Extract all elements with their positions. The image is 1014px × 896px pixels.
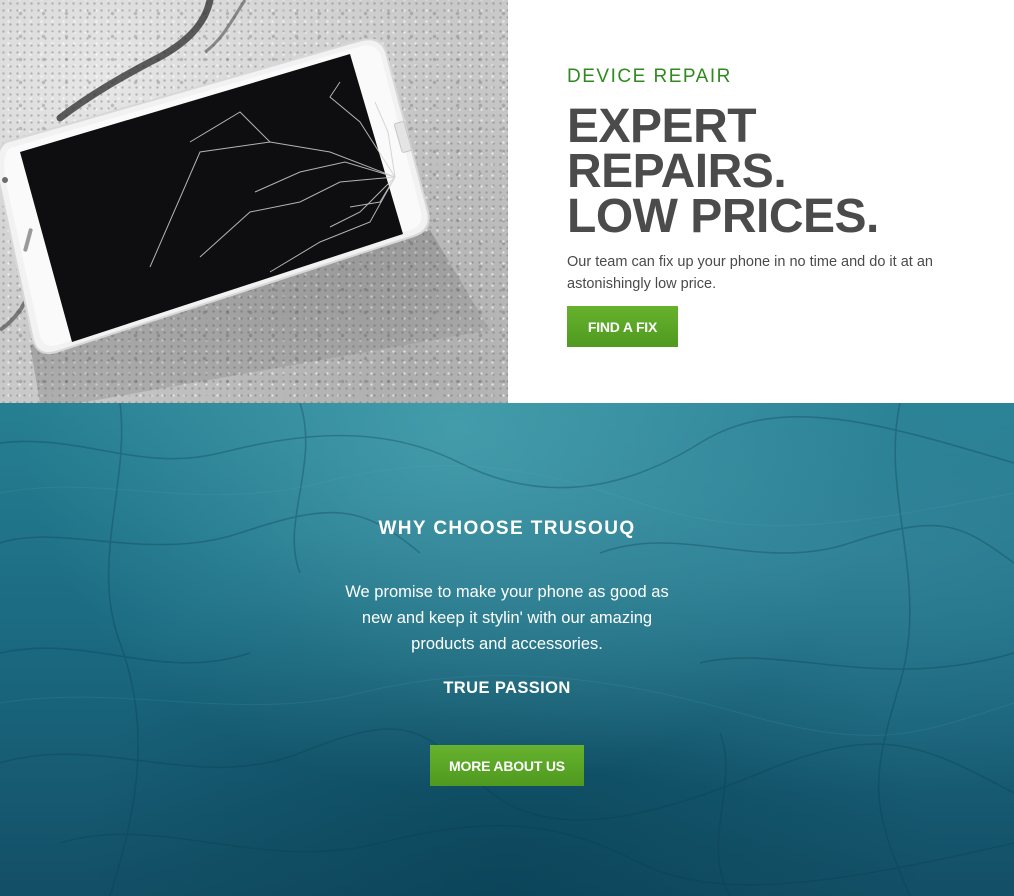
find-a-fix-button[interactable]: FIND A FIX: [567, 306, 678, 347]
hero-headline: EXPERT REPAIRS. LOW PRICES.: [567, 100, 987, 243]
hero-description: Our team can fix up your phone in no tim…: [567, 254, 933, 292]
more-about-us-button[interactable]: MORE ABOUT US: [430, 745, 584, 786]
phone-graphic: [0, 38, 490, 403]
hero-eyebrow: DEVICE REPAIR: [567, 66, 732, 87]
hero-headline-line-3: LOW PRICES.: [567, 190, 879, 243]
why-subheading: TRUE PASSION: [443, 679, 571, 697]
why-choose-section: WHY CHOOSE TRUSOUQ We promise to make yo…: [0, 403, 1014, 896]
page: DEVICE REPAIR EXPERT REPAIRS. LOW PRICES…: [0, 0, 1014, 896]
why-title: WHY CHOOSE TRUSOUQ: [378, 518, 636, 539]
cracked-phone-image: [0, 0, 508, 403]
why-description: We promise to make your phone as good as…: [345, 583, 669, 653]
hero-headline-line-1: EXPERT: [567, 100, 757, 153]
hero-headline-line-2: REPAIRS.: [567, 145, 787, 198]
why-content: WHY CHOOSE TRUSOUQ We promise to make yo…: [0, 403, 1014, 896]
hero-section: DEVICE REPAIR EXPERT REPAIRS. LOW PRICES…: [0, 0, 1014, 403]
